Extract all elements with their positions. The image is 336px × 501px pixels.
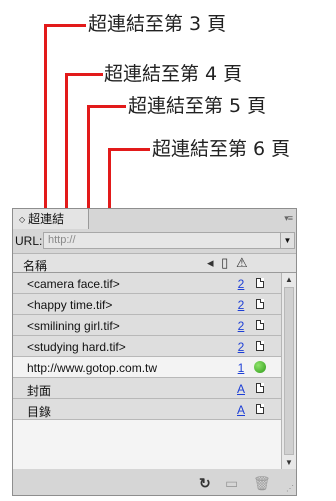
page-link[interactable]: 2 bbox=[235, 319, 247, 333]
hyperlink-name: <studying hard.tif> bbox=[27, 340, 126, 354]
callout-line-page5-h bbox=[87, 105, 126, 108]
vertical-scrollbar[interactable]: ▲ ▼ bbox=[281, 273, 296, 469]
list-item[interactable]: <happy time.tif> 2 bbox=[13, 294, 281, 315]
status-ok-icon bbox=[254, 361, 266, 373]
page-icon bbox=[256, 299, 264, 309]
list-item[interactable]: 封面 A bbox=[13, 378, 281, 399]
url-label: URL: bbox=[15, 234, 43, 248]
tab-collapse-icon[interactable]: ◇ bbox=[19, 215, 25, 224]
callout-label-page5: 超連結至第 5 頁 bbox=[128, 95, 267, 117]
list-item[interactable]: <camera face.tif> 2 bbox=[13, 273, 281, 294]
url-input[interactable]: http:// bbox=[43, 232, 281, 249]
hyperlink-name: 目錄 bbox=[27, 405, 52, 419]
page-icon[interactable]: ▯ bbox=[221, 255, 228, 270]
panel-menu-icon[interactable]: ▾≡ bbox=[284, 213, 293, 224]
callout-label-page3: 超連結至第 3 頁 bbox=[88, 13, 227, 35]
goto-page-icon[interactable]: ▭ bbox=[225, 475, 238, 492]
delete-icon[interactable]: 🗑 bbox=[253, 475, 271, 492]
page-icon bbox=[256, 404, 264, 414]
list-item[interactable]: <studying hard.tif> 2 bbox=[13, 336, 281, 357]
callout-line-page3-h bbox=[44, 24, 86, 27]
callout-line-page6-h bbox=[108, 148, 150, 151]
hyperlink-name: <camera face.tif> bbox=[27, 277, 120, 291]
page-icon bbox=[256, 320, 264, 330]
warning-icon[interactable]: ⚠ bbox=[236, 255, 248, 270]
page-link[interactable]: 1 bbox=[235, 361, 247, 375]
page-link[interactable]: 2 bbox=[235, 298, 247, 312]
page-link[interactable]: 2 bbox=[235, 340, 247, 354]
page-link[interactable]: 2 bbox=[235, 277, 247, 291]
callout-label-page4: 超連結至第 4 頁 bbox=[104, 63, 243, 85]
hyperlink-name: <smilining girl.tif> bbox=[27, 319, 120, 333]
column-icons: ◂ ▯ ⚠ bbox=[207, 255, 252, 271]
resize-grip-icon[interactable]: ⋰ bbox=[286, 484, 294, 493]
column-header: 名稱 ◂ ▯ ⚠ bbox=[13, 253, 296, 273]
hyperlinks-panel: ◇ 超連結 ▾≡ URL: http:// ▼ 名稱 ◂ ▯ ⚠ <camera … bbox=[12, 208, 297, 496]
hyperlink-name: http://www.gotop.com.tw bbox=[27, 361, 158, 375]
page-icon bbox=[256, 341, 264, 351]
page-link[interactable]: A bbox=[235, 403, 247, 417]
sort-icon[interactable]: ◂ bbox=[207, 255, 214, 270]
page-link[interactable]: A bbox=[235, 382, 247, 396]
callout-label-page6: 超連結至第 6 頁 bbox=[152, 138, 291, 160]
list-item[interactable]: <smilining girl.tif> 2 bbox=[13, 315, 281, 336]
url-dropdown-icon[interactable]: ▼ bbox=[281, 232, 295, 249]
panel-tab-hyperlinks[interactable]: ◇ 超連結 bbox=[13, 209, 89, 229]
page-icon bbox=[256, 383, 264, 393]
list-item[interactable]: 目錄 A bbox=[13, 399, 281, 420]
list-item[interactable]: http://www.gotop.com.tw 1 bbox=[13, 357, 281, 378]
hyperlink-list: <camera face.tif> 2 <happy time.tif> 2 <… bbox=[13, 273, 281, 469]
scroll-down-icon[interactable]: ▼ bbox=[285, 458, 293, 467]
url-row: URL: http:// ▼ bbox=[13, 230, 296, 252]
column-name-label[interactable]: 名稱 bbox=[23, 257, 47, 274]
scroll-up-icon[interactable]: ▲ bbox=[285, 275, 293, 284]
panel-title: 超連結 bbox=[28, 212, 65, 226]
page-icon bbox=[256, 278, 264, 288]
hyperlink-name: <happy time.tif> bbox=[27, 298, 113, 312]
panel-bottom-bar: ↻ ▭ 🗑 ⋰ bbox=[13, 471, 296, 495]
callout-line-page4-h bbox=[65, 73, 103, 76]
scroll-thumb[interactable] bbox=[284, 287, 294, 455]
refresh-icon[interactable]: ↻ bbox=[199, 475, 211, 492]
hyperlink-name: 封面 bbox=[27, 384, 52, 398]
